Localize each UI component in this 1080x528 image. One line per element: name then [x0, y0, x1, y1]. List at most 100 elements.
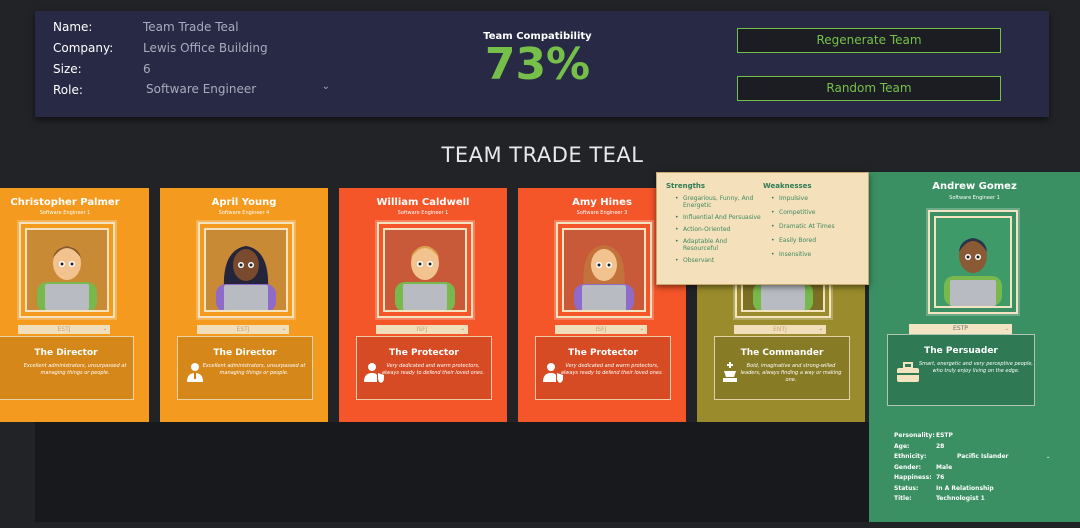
- name-value: Team Trade Teal: [143, 20, 239, 34]
- persona-box: The Protector Very dedicated and warm pr…: [356, 336, 492, 400]
- member-portrait: [377, 222, 473, 318]
- personality-type-select[interactable]: ESTP ⌄: [909, 324, 1012, 334]
- member-role: Software Engineer 4: [218, 210, 270, 216]
- persona-title: The Director: [34, 348, 98, 358]
- detail-key: Title:: [894, 495, 912, 502]
- chevron-down-icon: ⌄: [102, 326, 107, 332]
- strength-item: Influential And Persuasive: [675, 214, 761, 221]
- detail-key: Ethnicity:: [894, 453, 927, 460]
- team-title: TEAM TRADE TEAL: [441, 143, 644, 167]
- member-role: Software Engineer 1: [397, 210, 449, 216]
- ethnicity-select[interactable]: Pacific Islander: [957, 452, 1009, 463]
- detail-key: Happiness:: [894, 474, 932, 481]
- persona-title: The Persuader: [924, 346, 998, 356]
- member-portrait: [198, 222, 294, 318]
- persona-title: The Director: [213, 348, 277, 358]
- persona-description: Smart, energetic and very perceptive peo…: [918, 361, 1034, 374]
- persona-box: The Director Excellent administrators, u…: [177, 336, 313, 400]
- size-value: 6: [143, 62, 151, 76]
- strengths-list: Gregarious, Funny, And Energetic Influen…: [675, 195, 761, 269]
- role-select-value: Software Engineer: [146, 82, 257, 96]
- strength-item: Gregarious, Funny, And Energetic: [675, 195, 761, 209]
- member-avatar: [383, 228, 467, 312]
- detail-value: Technologist 1: [936, 495, 985, 502]
- personality-type-value: ISFJ: [595, 326, 607, 333]
- detail-value: 28: [936, 442, 945, 450]
- chevron-down-icon: ⌄: [321, 81, 330, 92]
- detail-value: Male: [936, 463, 953, 471]
- member-name: William Caldwell: [376, 197, 470, 208]
- persona-title: The Protector: [568, 348, 638, 358]
- selected-member-card[interactable]: Andrew Gomez Software Engineer 1 ESTP ⌄ …: [869, 172, 1080, 522]
- personality-type-value: ESTJ: [236, 326, 250, 333]
- member-avatar: [204, 228, 288, 312]
- detail-value: ESTP: [936, 432, 953, 439]
- detail-value: In A Relationship: [936, 484, 994, 492]
- cards-strip-background: [35, 422, 870, 522]
- weakness-item: Impulsive: [771, 195, 861, 202]
- persona-description: Very dedicated and warm protectors, alwa…: [381, 363, 485, 376]
- weakness-item: Dramatic At Times: [771, 223, 861, 230]
- company-label: Company:: [53, 41, 114, 55]
- persona-title: The Commander: [740, 348, 824, 358]
- personality-type-value: ESTJ: [57, 326, 71, 333]
- member-card[interactable]: Christopher Palmer Software Engineer 1 E…: [0, 188, 149, 422]
- weaknesses-title: Weaknesses: [763, 182, 812, 190]
- chevron-down-icon: ⌄: [818, 326, 823, 332]
- weakness-item: Competitive: [771, 209, 861, 216]
- detail-value: 76: [936, 474, 945, 481]
- detail-key: Age:: [894, 442, 910, 450]
- member-card[interactable]: April Young Software Engineer 4 ESTJ ⌄ T…: [160, 188, 328, 422]
- strengths-title: Strengths: [666, 182, 706, 190]
- member-portrait: [19, 222, 115, 318]
- persona-box: The Persuader Smart, energetic and very …: [887, 334, 1035, 406]
- persona-title: The Protector: [389, 348, 459, 358]
- role-select[interactable]: Software Engineer ⌄: [146, 81, 330, 100]
- persona-box: The Protector Very dedicated and warm pr…: [535, 336, 671, 400]
- weakness-item: Insensitive: [771, 251, 861, 258]
- persona-box: The Commander Bold, imaginative and stro…: [714, 336, 850, 400]
- persona-description: Very dedicated and warm protectors, alwa…: [560, 363, 664, 376]
- selected-member-portrait: [928, 210, 1018, 314]
- personality-type-value: ENTJ: [773, 326, 787, 333]
- strength-item: Observant: [675, 257, 761, 264]
- random-team-button[interactable]: Random Team: [737, 76, 1001, 101]
- personality-type-value: ESTP: [953, 325, 968, 332]
- member-role: Software Engineer 1: [39, 210, 91, 216]
- chevron-down-icon: ⌄: [1046, 454, 1051, 460]
- strengths-weaknesses-tooltip: Strengths Gregarious, Funny, And Energet…: [656, 172, 869, 285]
- personality-type-value: ISFJ: [416, 326, 428, 333]
- member-avatar: [562, 228, 646, 312]
- weaknesses-list: Impulsive Competitive Dramatic At Times …: [771, 195, 861, 265]
- strength-item: Action-Oriented: [675, 226, 761, 233]
- persona-description: Bold, imaginative and strong-willed lead…: [740, 363, 842, 383]
- chevron-down-icon: ⌄: [639, 326, 644, 332]
- chevron-down-icon: ⌄: [281, 326, 286, 332]
- strength-item: Adaptable And Resourceful: [675, 238, 761, 252]
- selected-member-role: Software Engineer 1: [949, 195, 1000, 201]
- detail-key: Personality:: [894, 432, 935, 439]
- size-label: Size:: [53, 62, 82, 76]
- personality-type-select[interactable]: ESTJ ⌄: [197, 325, 289, 334]
- selected-member-name: Andrew Gomez: [932, 181, 1017, 192]
- persona-description: Excellent administrators, unsurpassed at…: [23, 363, 127, 376]
- member-avatar: [25, 228, 109, 312]
- persona-description: Excellent administrators, unsurpassed at…: [202, 363, 306, 376]
- regenerate-team-button[interactable]: Regenerate Team: [737, 28, 1001, 53]
- member-card[interactable]: William Caldwell Software Engineer 1 ISF…: [339, 188, 507, 422]
- personality-type-select[interactable]: ISFJ ⌄: [555, 325, 647, 334]
- weakness-item: Easily Bored: [771, 237, 861, 244]
- chevron-down-icon: ⌄: [460, 326, 465, 332]
- company-value: Lewis Office Building: [143, 41, 268, 55]
- detail-key: Gender:: [894, 463, 921, 471]
- personality-type-select[interactable]: ISFJ ⌄: [376, 325, 468, 334]
- name-label: Name:: [53, 20, 93, 34]
- selected-member-avatar: [934, 216, 1012, 308]
- team-compatibility-value: 73%: [484, 39, 591, 90]
- member-portrait: [556, 222, 652, 318]
- personality-type-select[interactable]: ESTJ ⌄: [18, 325, 110, 334]
- detail-key: Status:: [894, 484, 919, 492]
- personality-type-select[interactable]: ENTJ ⌄: [734, 325, 826, 334]
- persona-box: The Director Excellent administrators, u…: [0, 336, 134, 400]
- team-info-panel: Name: Team Trade Teal Company: Lewis Off…: [35, 11, 1049, 117]
